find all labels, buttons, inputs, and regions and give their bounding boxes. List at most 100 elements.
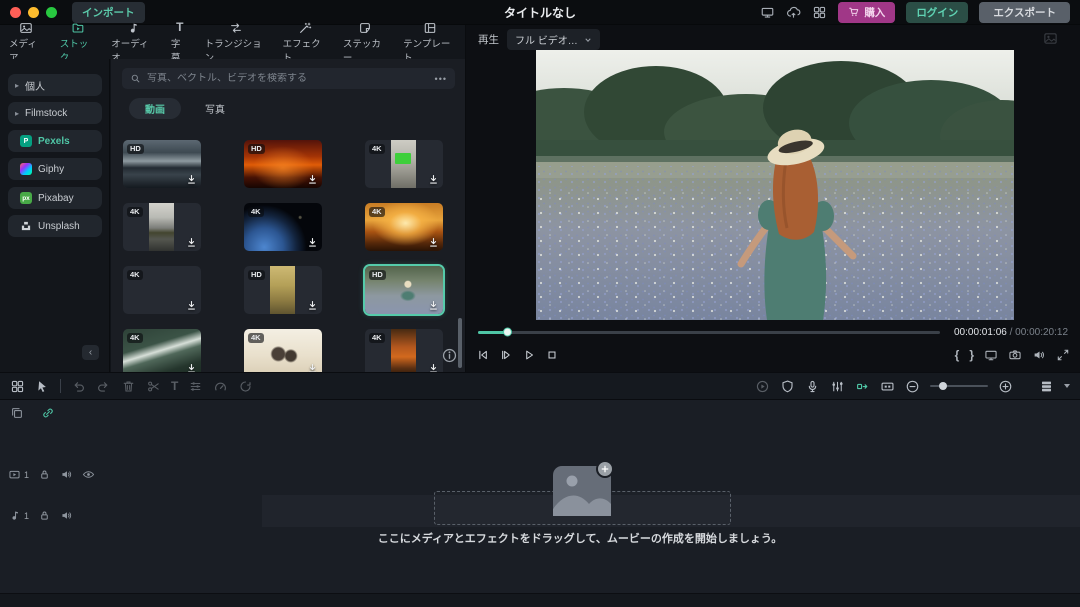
sidebar-group-personal[interactable]: ▸個人	[8, 74, 102, 96]
seek-handle[interactable]	[503, 328, 512, 337]
stock-video-thumbnail[interactable]: 4K	[365, 140, 443, 188]
stock-video-thumbnail[interactable]: 4K	[123, 266, 201, 314]
lock-icon[interactable]	[38, 509, 51, 522]
display-icon[interactable]	[760, 5, 775, 20]
more-options-button[interactable]: •••	[435, 74, 447, 84]
keyframe-adjust-icon[interactable]	[188, 379, 203, 394]
track-height-button[interactable]	[1039, 379, 1054, 394]
info-icon[interactable]	[441, 347, 458, 364]
zoom-out-button[interactable]	[905, 379, 920, 394]
select-tool-icon[interactable]	[35, 379, 50, 394]
download-icon[interactable]	[427, 173, 440, 186]
download-icon[interactable]	[185, 299, 198, 312]
play-button[interactable]	[522, 348, 536, 362]
track-height-caret-icon[interactable]	[1064, 384, 1070, 388]
zoom-in-button[interactable]	[998, 379, 1013, 394]
media-browser-icon[interactable]	[10, 379, 25, 394]
undo-icon[interactable]	[71, 379, 86, 394]
speaker-icon[interactable]	[60, 468, 73, 481]
speaker-icon[interactable]	[60, 509, 73, 522]
text-tool-icon[interactable]: T	[171, 379, 178, 394]
stock-video-thumbnail[interactable]: 4K	[123, 203, 201, 251]
purchase-button[interactable]: 購入	[838, 2, 895, 23]
search-bar[interactable]: •••	[122, 68, 455, 89]
fullscreen-button[interactable]	[1056, 348, 1070, 362]
sidebar-item-pixabay[interactable]: pxPixabay	[8, 187, 102, 209]
split-scissors-icon[interactable]	[146, 379, 161, 394]
time-separator: /	[1010, 327, 1013, 338]
stock-thumbnail-grid: HD HD 4K 4K 4K 4K 4K HD HD 4K 4K 4K	[123, 140, 455, 372]
mark-out-button[interactable]: }	[969, 348, 974, 362]
export-button[interactable]: エクスポート	[979, 2, 1070, 23]
search-input[interactable]	[147, 73, 429, 84]
speed-icon[interactable]	[213, 379, 228, 394]
apps-grid-icon[interactable]	[812, 5, 827, 20]
login-button[interactable]: ログイン	[906, 2, 968, 23]
stock-video-thumbnail[interactable]: HD	[244, 140, 322, 188]
stock-video-thumbnail[interactable]: 4K	[365, 203, 443, 251]
stop-button[interactable]	[545, 348, 559, 362]
close-window-button[interactable]	[10, 7, 21, 18]
volume-button[interactable]	[1032, 348, 1046, 362]
sidebar-item-unsplash[interactable]: Unsplash	[8, 215, 102, 237]
resolution-badge: 4K	[248, 333, 264, 343]
audio-mixer-icon[interactable]	[830, 379, 845, 394]
auto-ripple-icon[interactable]	[855, 379, 870, 394]
resolution-badge: 4K	[127, 207, 143, 217]
next-frame-button[interactable]	[499, 348, 513, 362]
sidebar-item-pexels[interactable]: PPexels	[8, 130, 102, 152]
collapse-sidebar-button[interactable]: ‹	[82, 345, 99, 360]
link-clips-icon[interactable]	[41, 406, 55, 420]
download-icon[interactable]	[306, 173, 319, 186]
download-icon[interactable]	[185, 173, 198, 186]
filter-photo-button[interactable]: 写真	[205, 101, 225, 116]
caret-right-icon: ▸	[15, 81, 19, 90]
download-icon[interactable]	[427, 299, 440, 312]
download-icon[interactable]	[306, 299, 319, 312]
download-icon[interactable]	[427, 362, 440, 372]
stock-video-thumbnail[interactable]: 4K	[365, 329, 443, 372]
lock-icon[interactable]	[38, 468, 51, 481]
delete-icon[interactable]	[121, 379, 136, 394]
sticker-icon	[358, 21, 372, 35]
timeline-zoom-slider[interactable]	[930, 385, 988, 387]
display-device-button[interactable]	[984, 348, 998, 362]
resolution-badge: HD	[248, 144, 265, 154]
caret-right-icon: ▸	[15, 109, 19, 118]
render-preview-icon[interactable]	[755, 379, 770, 394]
voiceover-mic-icon[interactable]	[805, 379, 820, 394]
zoom-window-button[interactable]	[46, 7, 57, 18]
sidebar-group-filmstock[interactable]: ▸Filmstock	[8, 102, 102, 124]
download-icon[interactable]	[185, 236, 198, 249]
previous-frame-button[interactable]	[476, 348, 490, 362]
stock-video-thumbnail[interactable]: 4K	[244, 203, 322, 251]
snapshot-camera-button[interactable]	[1008, 348, 1022, 362]
stock-video-thumbnail[interactable]: HD	[244, 266, 322, 314]
marker-shield-icon[interactable]	[780, 379, 795, 394]
minimize-window-button[interactable]	[28, 7, 39, 18]
eye-icon[interactable]	[82, 468, 95, 481]
scopes-icon[interactable]	[1043, 31, 1058, 46]
transition-arrows-icon	[229, 21, 243, 35]
stock-video-thumbnail[interactable]: 4K	[244, 329, 322, 372]
download-icon[interactable]	[306, 362, 319, 372]
zoom-slider-handle[interactable]	[939, 382, 947, 390]
snapshot-frame-icon[interactable]	[880, 379, 895, 394]
redo-icon[interactable]	[96, 379, 111, 394]
cloud-upload-icon[interactable]	[786, 5, 801, 20]
seek-bar[interactable]	[478, 331, 940, 334]
duplicate-icon[interactable]	[10, 406, 24, 420]
scrollbar-thumb[interactable]	[458, 318, 462, 368]
download-icon[interactable]	[185, 362, 198, 372]
stock-video-thumbnail[interactable]: HD	[123, 140, 201, 188]
download-icon[interactable]	[427, 236, 440, 249]
download-icon[interactable]	[306, 236, 319, 249]
stock-video-thumbnail-selected[interactable]: HD	[365, 266, 443, 314]
sidebar-item-giphy[interactable]: Giphy	[8, 158, 102, 180]
add-media-plus-icon[interactable]	[596, 460, 614, 478]
motion-tracking-icon[interactable]	[238, 379, 253, 394]
mark-in-button[interactable]: {	[955, 348, 960, 362]
stock-video-thumbnail[interactable]: 4K	[123, 329, 201, 372]
filter-video-button[interactable]: 動画	[129, 98, 181, 119]
playback-quality-dropdown[interactable]: フル ビデオ…	[507, 29, 600, 50]
